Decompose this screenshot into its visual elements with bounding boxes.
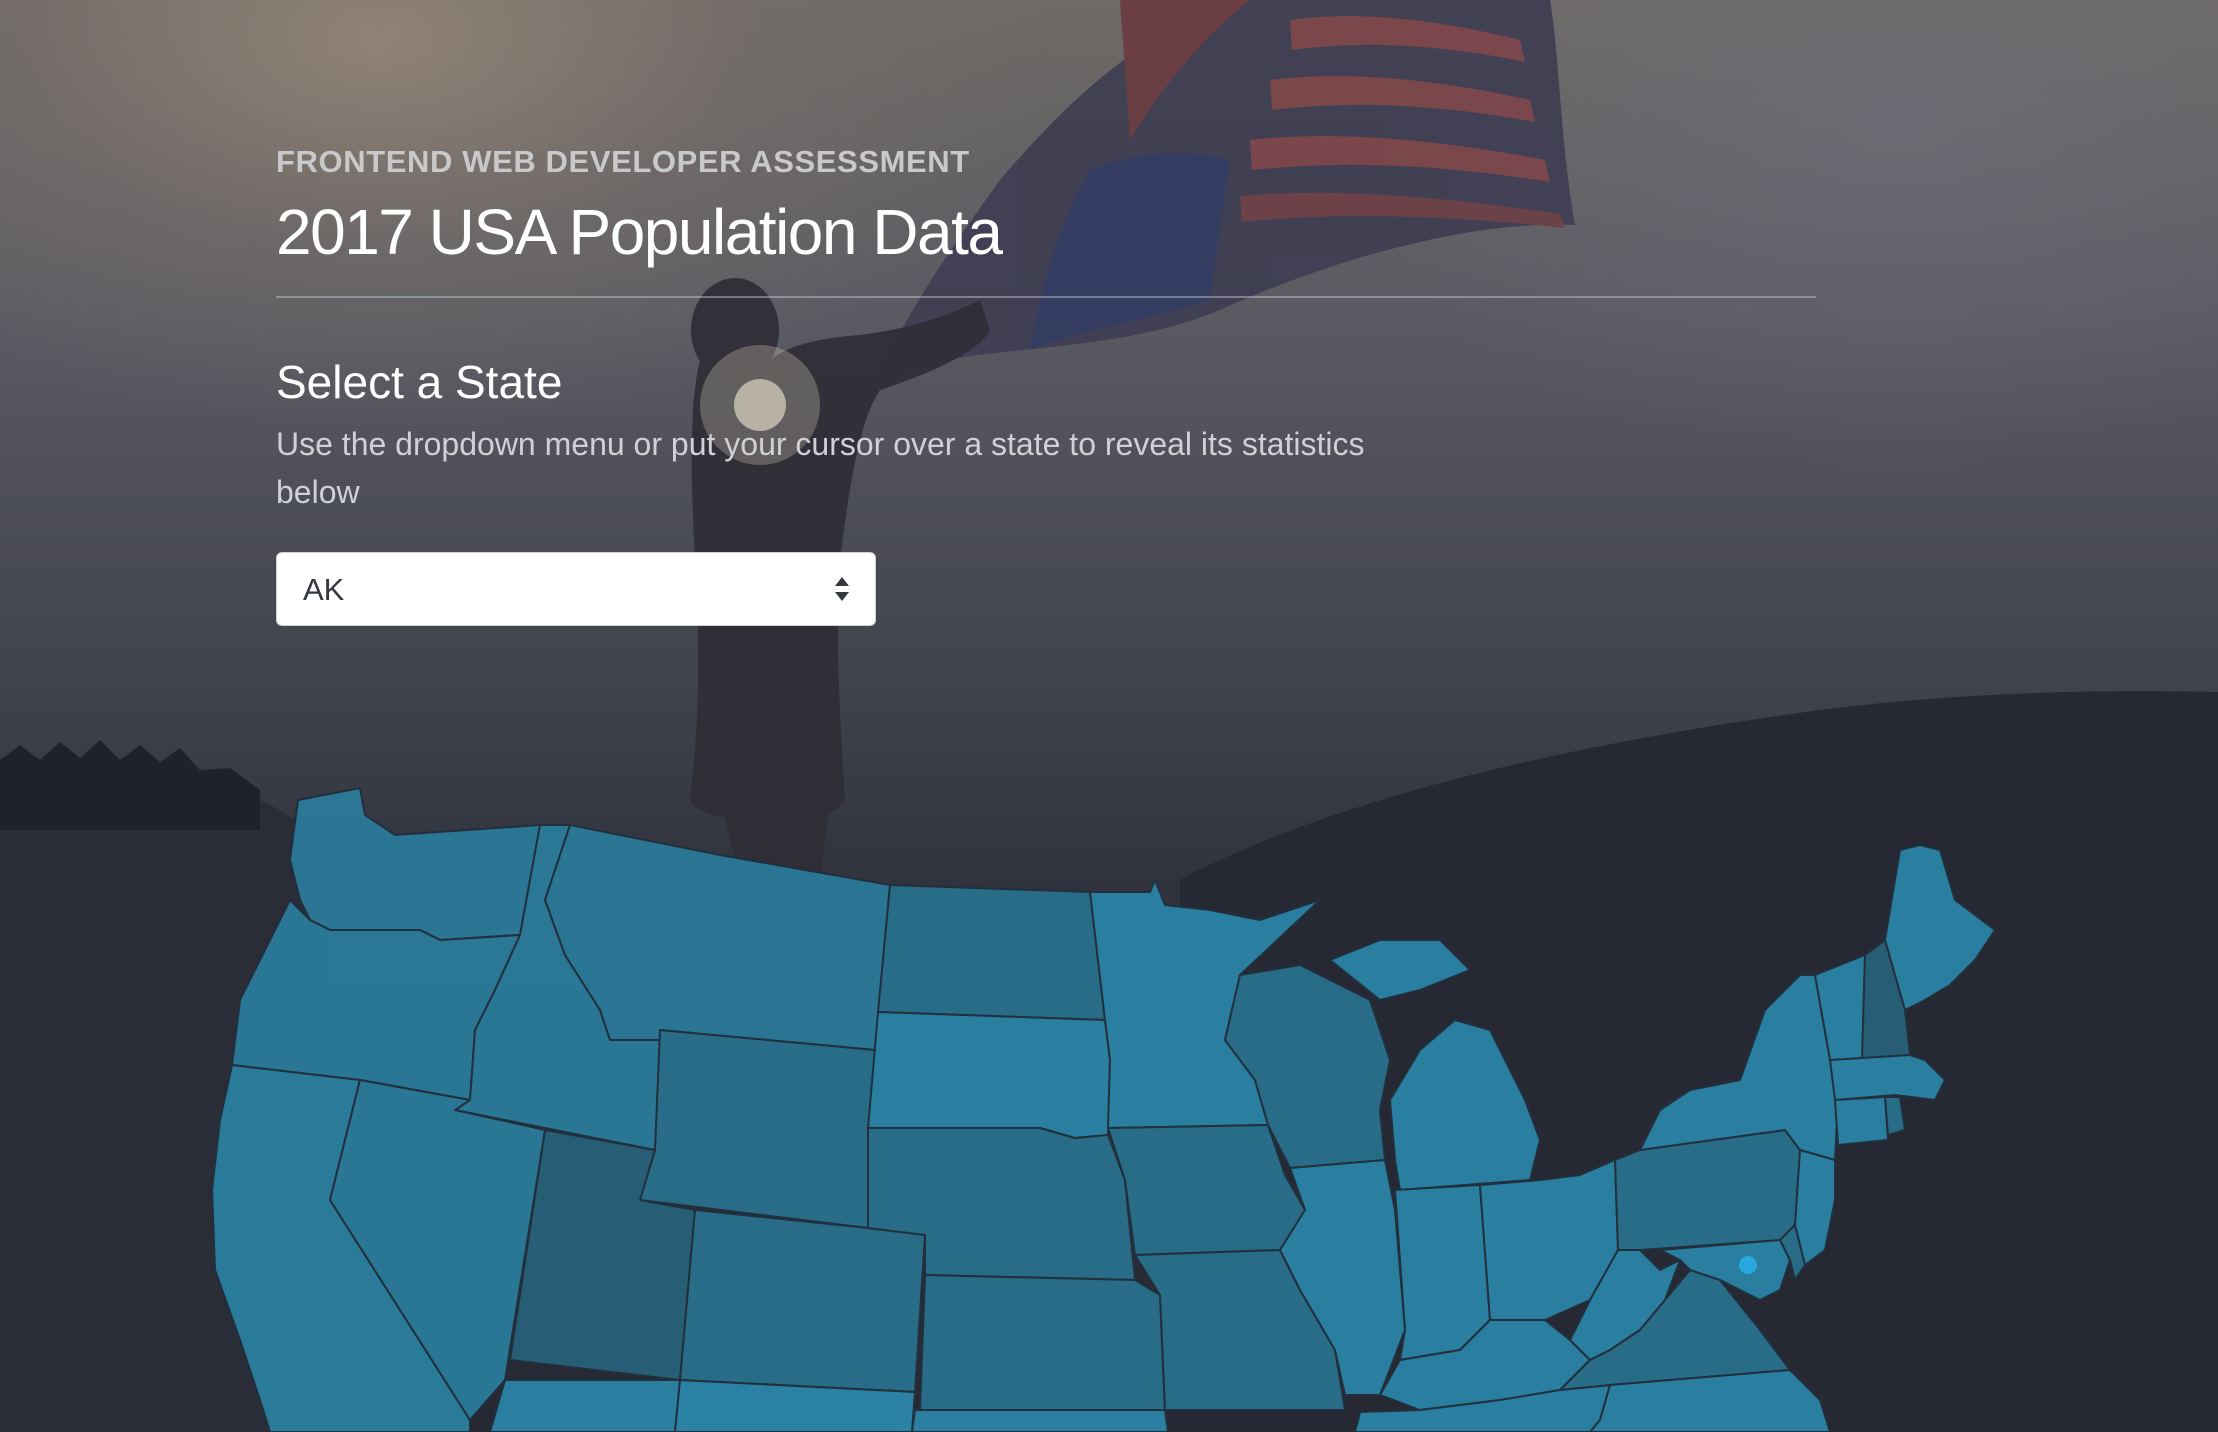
state-co[interactable] (679, 1209, 926, 1393)
us-map (211, 787, 1996, 1432)
dc-marker[interactable] (1739, 1256, 1757, 1274)
state-sd[interactable] (867, 1011, 1111, 1139)
state-ia[interactable] (1107, 1124, 1306, 1256)
state-ny[interactable] (1639, 974, 1839, 1161)
state-ok[interactable] (911, 1409, 1169, 1432)
state-nd[interactable] (877, 884, 1106, 1021)
state-wa[interactable] (289, 787, 541, 941)
state-az[interactable] (489, 1379, 681, 1432)
state-ma[interactable] (1829, 1054, 1946, 1101)
state-me[interactable] (1884, 844, 1996, 1011)
state-wy[interactable] (639, 1029, 876, 1229)
page: FRONTEND WEB DEVELOPER ASSESSMENT 2017 U… (0, 0, 2218, 1432)
state-ct[interactable] (1834, 1096, 1889, 1146)
state-ks[interactable] (919, 1274, 1166, 1411)
state-ri[interactable] (1884, 1096, 1906, 1136)
